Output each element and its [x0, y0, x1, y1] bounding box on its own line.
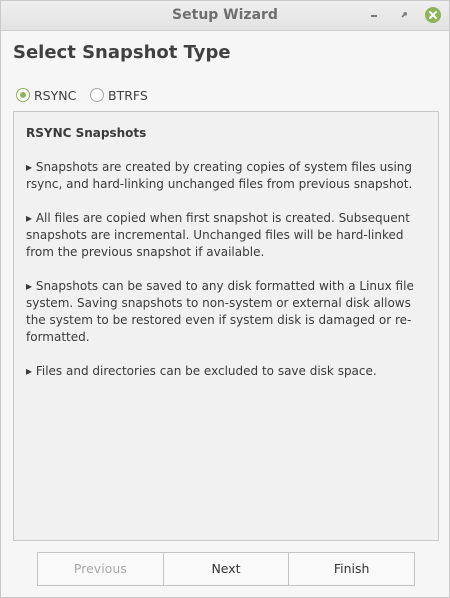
radio-unchecked-icon [90, 88, 104, 102]
radio-rsync[interactable]: RSYNC [16, 86, 76, 104]
radio-rsync-label: RSYNC [34, 87, 77, 103]
next-button[interactable]: Next [163, 552, 290, 586]
minimize-button[interactable] [366, 7, 382, 23]
wizard-navigation: Previous Next Finish [37, 552, 416, 586]
title-bar: Setup Wizard [1, 1, 449, 31]
close-button[interactable] [425, 7, 441, 23]
info-title: RSYNC Snapshots [26, 126, 147, 140]
minimize-icon [371, 15, 377, 17]
info-paragraph: ▸ All files are copied when first snapsh… [26, 211, 410, 259]
info-panel: RSYNC Snapshots ▸ Snapshots are created … [13, 111, 439, 541]
page-title: Select Snapshot Type [13, 42, 231, 63]
setup-wizard-window: Setup Wizard Select Snapshot Type RSYNC … [0, 0, 450, 598]
info-paragraph: ▸ Files and directories can be excluded … [26, 364, 377, 378]
radio-btrfs[interactable]: BTRFS [90, 86, 148, 104]
radio-btrfs-label: BTRFS [108, 87, 148, 103]
maximize-button[interactable] [396, 7, 412, 23]
finish-button[interactable]: Finish [289, 552, 416, 586]
close-icon [429, 11, 437, 19]
radio-checked-icon [16, 88, 30, 102]
previous-button[interactable]: Previous [37, 552, 164, 586]
info-paragraph: ▸ Snapshots can be saved to any disk for… [26, 279, 414, 344]
info-paragraph: ▸ Snapshots are created by creating copi… [26, 160, 413, 191]
maximize-icon [401, 12, 407, 18]
